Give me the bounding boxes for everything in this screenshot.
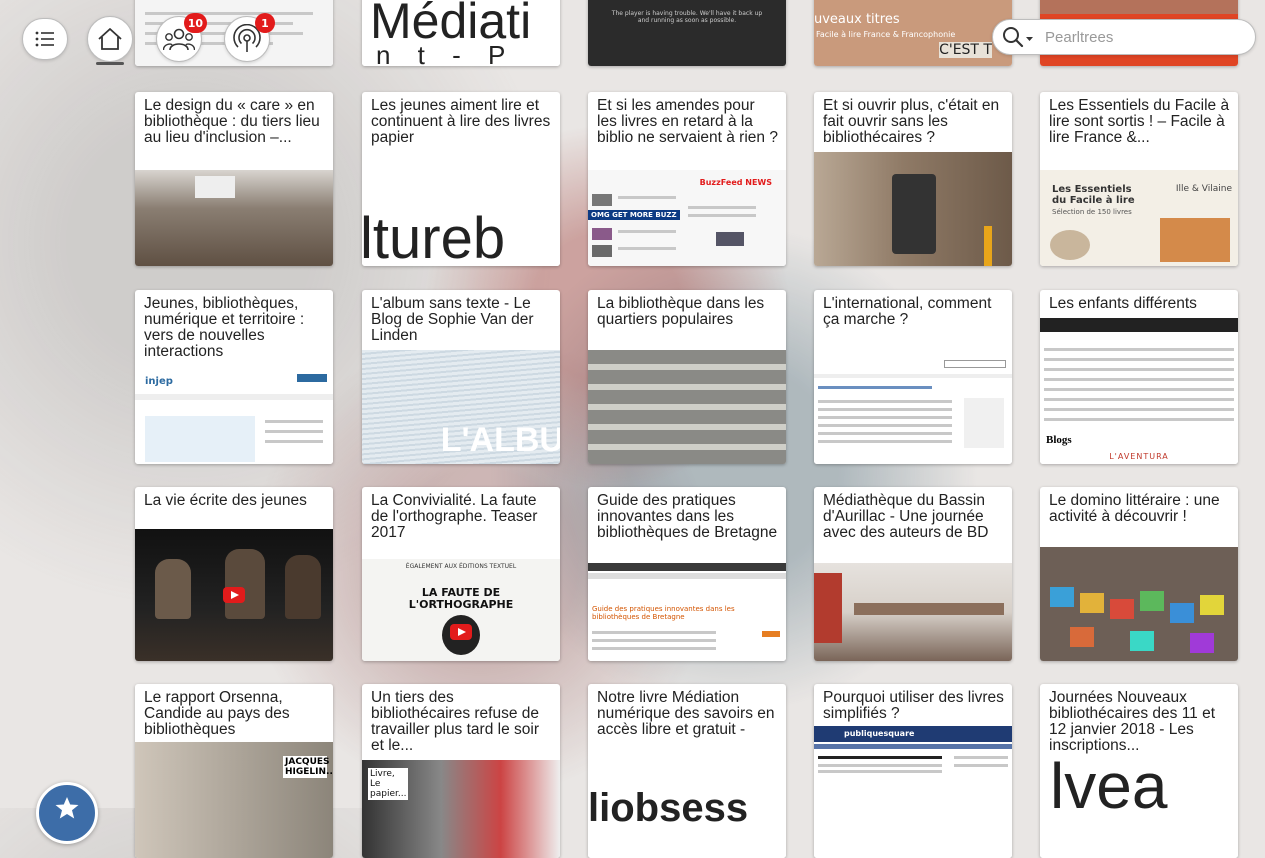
card-13[interactable]: Médiathèque du Bassin d'Aurillac - Une j… xyxy=(814,487,1012,661)
card-thumbnail: lvea xyxy=(1040,760,1238,858)
card-title: Pourquoi utiliser des livres simplifiés … xyxy=(823,689,1004,722)
card-title: Les jeunes aiment lire et continuent à l… xyxy=(371,97,551,146)
card-title: Le design du « care » en bibliothèque : … xyxy=(144,97,320,146)
team-button[interactable]: 10 xyxy=(156,13,207,62)
card-6[interactable]: L'album sans texte - Le Blog de Sophie V… xyxy=(362,290,560,464)
card-12[interactable]: Guide des pratiques innovantes dans les … xyxy=(588,487,786,661)
card-0[interactable]: Le design du « care » en bibliothèque : … xyxy=(135,92,333,266)
play-icon[interactable] xyxy=(223,587,245,603)
card-thumbnail xyxy=(814,563,1012,661)
card-thumbnail: L'ALBU xyxy=(362,350,560,464)
thumb-text: publiquesquare xyxy=(844,729,915,738)
card-title: Les Essentiels du Facile à lire sont sor… xyxy=(1049,97,1230,146)
card-thumbnail: Les Essentiels du Facile à lire Sélectio… xyxy=(1040,170,1238,266)
card-3[interactable]: Et si ouvrir plus, c'était en fait ouvri… xyxy=(814,92,1012,266)
card-thumbnail: ÉGALEMENT AUX ÉDITIONS TEXTUEL LA FAUTE … xyxy=(362,559,560,661)
thumb-text: L'AVENTURA xyxy=(1109,452,1169,461)
thumb-text: Les Essentiels du Facile à lire xyxy=(1052,184,1135,206)
card-title: Les enfants différents xyxy=(1049,295,1197,312)
card-thumbnail xyxy=(814,350,1012,464)
add-button[interactable] xyxy=(36,782,98,844)
activity-notification-badge: 1 xyxy=(255,13,275,33)
thumb-text: BuzzFeed NEWS xyxy=(699,178,772,187)
card-title: Guide des pratiques innovantes dans les … xyxy=(597,492,778,541)
card-title: Jeunes, bibliothèques, numérique et terr… xyxy=(144,295,305,360)
card-thumbnail: injep xyxy=(135,372,333,464)
thumb-text: LA FAUTE DE L'ORTHOGRAPHE xyxy=(408,586,514,611)
thumb-text: ÉGALEMENT AUX ÉDITIONS TEXTUEL xyxy=(405,563,517,570)
thumb-text: Blogs xyxy=(1046,434,1072,446)
card-title: La vie écrite des jeunes xyxy=(144,492,307,509)
card-title: Le rapport Orsenna, Candide au pays des … xyxy=(144,689,290,738)
thumb-text: ltureb xyxy=(362,206,506,267)
card-title: Et si ouvrir plus, c'était en fait ouvri… xyxy=(823,97,1000,146)
card-1[interactable]: Les jeunes aiment lire et continuent à l… xyxy=(362,92,560,266)
activity-button[interactable]: 1 xyxy=(224,13,275,62)
thumb-text: liobsess xyxy=(588,786,749,830)
card-title: Médiathèque du Bassin d'Aurillac - Une j… xyxy=(823,492,989,541)
card-8[interactable]: L'international, comment ça marche ? xyxy=(814,290,1012,464)
card-11[interactable]: La Convivialité. La faute de l'orthograp… xyxy=(362,487,560,661)
card-title: Le domino littéraire : une activité à dé… xyxy=(1049,492,1220,525)
card-title: Notre livre Médiation numérique des savo… xyxy=(597,689,775,738)
card-thumbnail: BuzzFeed NEWS OMG GET MORE BUZZ xyxy=(588,170,786,266)
card-15[interactable]: Le rapport Orsenna, Candide au pays des … xyxy=(135,684,333,858)
top-toolbar: 10 1 xyxy=(0,0,1265,70)
card-title: La bibliothèque dans les quartiers popul… xyxy=(597,295,765,328)
card-thumbnail: JACQUES HIGELIN... xyxy=(135,742,333,858)
card-2[interactable]: Et si les amendes pour les livres en ret… xyxy=(588,92,786,266)
card-thumbnail: Livre, Le papier... xyxy=(362,760,560,858)
card-title: La Convivialité. La faute de l'orthograp… xyxy=(371,492,538,541)
card-title: Et si les amendes pour les livres en ret… xyxy=(597,97,778,146)
team-notification-badge: 10 xyxy=(183,13,207,33)
card-thumbnail xyxy=(588,350,786,464)
card-5[interactable]: Jeunes, bibliothèques, numérique et terr… xyxy=(135,290,333,464)
card-thumbnail: Guide des pratiques innovantes dans les … xyxy=(588,563,786,661)
search-icon[interactable] xyxy=(1001,26,1035,48)
search-box xyxy=(992,19,1256,55)
home-button[interactable] xyxy=(87,16,133,62)
card-10[interactable]: La vie écrite des jeunes xyxy=(135,487,333,661)
card-16[interactable]: Un tiers des bibliothécaires refuse de t… xyxy=(362,684,560,858)
menu-button[interactable] xyxy=(22,18,68,60)
thumb-text: Sélection de 150 livres xyxy=(1052,208,1132,216)
card-7[interactable]: La bibliothèque dans les quartiers popul… xyxy=(588,290,786,464)
thumb-text: lvea xyxy=(1050,760,1168,822)
card-thumbnail: Blogs L'AVENTURA xyxy=(1040,318,1238,464)
home-icon xyxy=(98,28,122,50)
card-title: Un tiers des bibliothécaires refuse de t… xyxy=(371,689,540,754)
card-title: Journées Nouveaux bibliothécaires des 11… xyxy=(1049,689,1216,754)
card-thumbnail xyxy=(135,529,333,661)
card-19[interactable]: Journées Nouveaux bibliothécaires des 11… xyxy=(1040,684,1238,858)
card-thumbnail xyxy=(135,170,333,266)
card-thumbnail: ltureb xyxy=(362,192,560,266)
card-thumbnail: publiquesquare xyxy=(814,726,1012,858)
card-thumbnail xyxy=(1040,547,1238,661)
thumb-text: injep xyxy=(145,376,173,387)
card-title: L'international, comment ça marche ? xyxy=(823,295,992,328)
card-title: L'album sans texte - Le Blog de Sophie V… xyxy=(371,295,534,344)
thumb-text: JACQUES HIGELIN... xyxy=(283,756,333,778)
card-9[interactable]: Les enfants différents Blogs L'AVENTURA xyxy=(1040,290,1238,464)
pearl-grid: Médiati n t - P The player is having tro… xyxy=(0,0,1265,858)
search-input[interactable] xyxy=(1043,27,1247,47)
card-18[interactable]: Pourquoi utiliser des livres simplifiés … xyxy=(814,684,1012,858)
card-14[interactable]: Le domino littéraire : une activité à dé… xyxy=(1040,487,1238,661)
card-thumbnail xyxy=(814,152,1012,266)
thumb-text: Guide des pratiques innovantes dans les … xyxy=(592,605,735,621)
star-icon xyxy=(55,797,79,819)
card-4[interactable]: Les Essentiels du Facile à lire sont sor… xyxy=(1040,92,1238,266)
thumb-text: Ille & Vilaine xyxy=(1175,184,1232,194)
menu-icon xyxy=(35,31,54,47)
active-tab-indicator xyxy=(96,62,124,65)
thumb-text: OMG GET MORE BUZZ xyxy=(588,210,680,220)
card-17[interactable]: Notre livre Médiation numérique des savo… xyxy=(588,684,786,858)
play-icon[interactable] xyxy=(450,624,472,641)
thumb-text: Livre, Le papier... xyxy=(368,768,408,800)
card-thumbnail: liobsess xyxy=(588,774,786,858)
thumb-text: L'ALBU xyxy=(440,421,560,459)
